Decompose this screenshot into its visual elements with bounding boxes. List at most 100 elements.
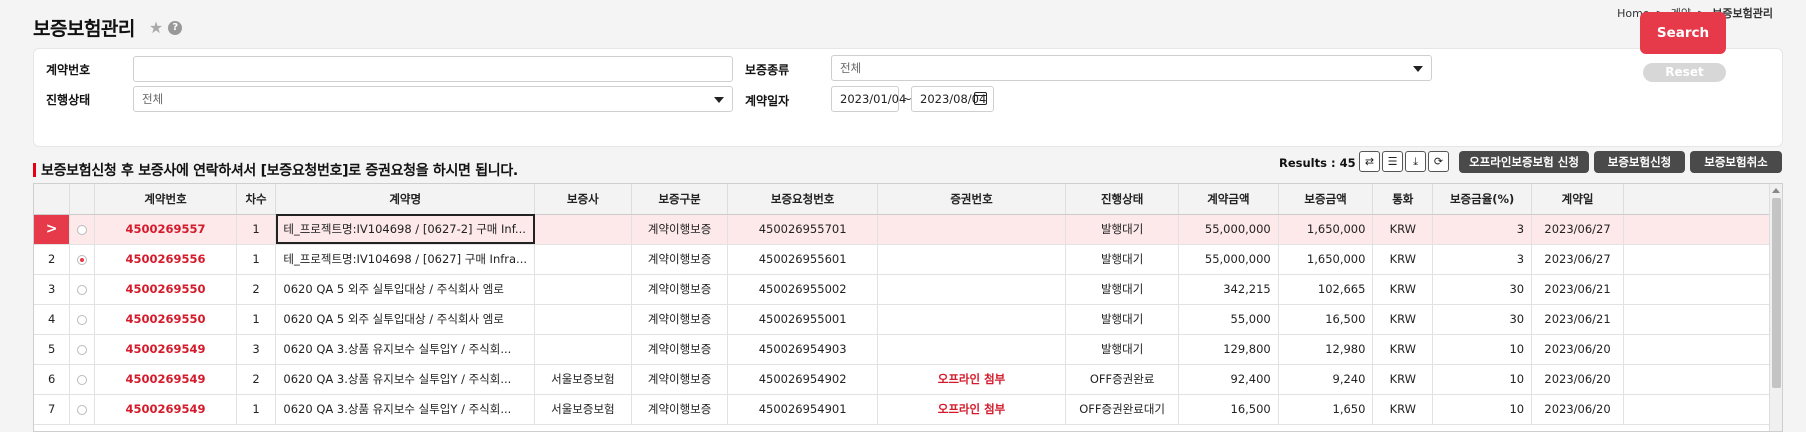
contract-no-input[interactable] xyxy=(133,56,733,82)
cell-status: 발행대기 xyxy=(1065,214,1180,245)
cell-request-no: 450026955601 xyxy=(727,244,878,275)
cell-contract-no[interactable]: 4500269557 xyxy=(94,214,237,245)
cell-contract-no[interactable]: 4500269549 xyxy=(94,394,237,425)
cell-currency: KRW xyxy=(1372,214,1434,245)
radio-button[interactable] xyxy=(77,224,88,235)
calendar-icon[interactable] xyxy=(974,92,987,105)
header-cert-no[interactable]: 증권번호 xyxy=(877,184,1067,215)
cell-request-no: 450026954903 xyxy=(727,334,878,365)
download-icon[interactable]: ⤓ xyxy=(1405,151,1426,172)
cell-currency: KRW xyxy=(1372,274,1434,305)
reset-button[interactable]: Reset xyxy=(1643,63,1726,82)
cell-contract-date: 2023/06/27 xyxy=(1531,244,1624,275)
cell-cert-no[interactable] xyxy=(877,274,1067,305)
header-filler xyxy=(1623,184,1782,215)
row-radio[interactable] xyxy=(69,244,96,275)
cell-contract-name[interactable]: 0620 QA 3.상품 유지보수 실투입Y / 주식회... xyxy=(275,334,536,365)
cell-contract-name[interactable]: 테_프로젝트명:IV104698 / [0627-2] 구매 Inf... xyxy=(275,214,536,245)
date-to-input[interactable]: 2023/08/04 xyxy=(911,86,994,112)
status-select[interactable]: 전체 xyxy=(133,86,733,112)
cell-contract-name[interactable]: 0620 QA 5 외주 실투입대상 / 주식회사 엠로 xyxy=(275,304,536,335)
cell-cert-no[interactable] xyxy=(877,334,1067,365)
cell-contract-no[interactable]: 4500269550 xyxy=(94,274,237,305)
cancel-button[interactable]: 보증보험취소 xyxy=(1690,151,1782,173)
cell-rate: 3 xyxy=(1432,244,1533,275)
header-guarantor[interactable]: 보증사 xyxy=(534,184,632,215)
cell-guarantee-type: 계약이행보증 xyxy=(631,274,729,305)
header-contract-amount[interactable]: 계약금액 xyxy=(1178,184,1279,215)
refresh-icon[interactable]: ⟳ xyxy=(1428,151,1449,172)
apply-button[interactable]: 보증보험신청 xyxy=(1594,151,1685,173)
chevron-down-icon xyxy=(1413,66,1423,72)
table-row[interactable]: 3 4500269550 2 0620 QA 5 외주 실투입대상 / 주식회사… xyxy=(34,274,1782,305)
cell-cert-no[interactable] xyxy=(877,244,1067,275)
row-radio[interactable] xyxy=(69,334,96,365)
row-radio[interactable] xyxy=(69,274,96,305)
radio-button[interactable] xyxy=(77,404,88,415)
header-contract-date[interactable]: 계약일 xyxy=(1531,184,1624,215)
radio-button[interactable] xyxy=(77,344,88,355)
cell-contract-name[interactable]: 0620 QA 3.상품 유지보수 실투입Y / 주식회... xyxy=(275,364,536,395)
cell-status: OFF증권완료대기 xyxy=(1065,394,1180,425)
search-button[interactable]: Search xyxy=(1640,12,1726,54)
cell-request-no: 450026954902 xyxy=(727,364,878,395)
table-row[interactable]: > 4500269557 1 테_프로젝트명:IV104698 / [0627-… xyxy=(34,214,1782,245)
cell-row-no: 4 xyxy=(34,304,71,335)
radio-button[interactable] xyxy=(77,284,88,295)
list-icon[interactable]: ☰ xyxy=(1382,151,1403,172)
header-request-no[interactable]: 보증요청번호 xyxy=(727,184,878,215)
table-row[interactable]: 4 4500269550 1 0620 QA 5 외주 실투입대상 / 주식회사… xyxy=(34,304,1782,335)
help-icon[interactable]: ? xyxy=(168,20,183,35)
notice-text: 보증보험신청 후 보증사에 연락하셔서 [보증요청번호]로 증권요청을 하시면 … xyxy=(33,160,518,180)
table-row[interactable]: 6 4500269549 2 0620 QA 3.상품 유지보수 실투입Y / … xyxy=(34,364,1782,395)
radio-button[interactable] xyxy=(77,314,88,325)
table-row[interactable]: 2 4500269556 1 테_프로젝트명:IV104698 / [0627]… xyxy=(34,244,1782,275)
cell-contract-no[interactable]: 4500269549 xyxy=(94,334,237,365)
notice-message: 보증보험신청 후 보증사에 연락하셔서 [보증요청번호]로 증권요청을 하시면 … xyxy=(41,163,518,179)
cell-status: 발행대기 xyxy=(1065,304,1180,335)
page-title: 보증보험관리 xyxy=(33,18,135,40)
cell-request-no: 450026954901 xyxy=(727,394,878,425)
status-label: 진행상태 xyxy=(46,93,91,107)
table-row[interactable]: 7 4500269549 1 0620 QA 3.상품 유지보수 실투입Y / … xyxy=(34,394,1782,425)
header-rate[interactable]: 보증금율(%) xyxy=(1432,184,1533,215)
header-guarantee-type[interactable]: 보증구분 xyxy=(631,184,729,215)
header-currency[interactable]: 통화 xyxy=(1372,184,1434,215)
vertical-scrollbar[interactable] xyxy=(1769,184,1782,431)
row-radio[interactable] xyxy=(69,394,96,425)
header-status[interactable]: 진행상태 xyxy=(1065,184,1180,215)
cell-contract-name[interactable]: 0620 QA 3.상품 유지보수 실투입Y / 주식회... xyxy=(275,394,536,425)
cell-filler xyxy=(1623,394,1782,425)
offline-apply-button[interactable]: 오프라인보증보험 신청 xyxy=(1459,151,1589,173)
header-contract-name[interactable]: 계약명 xyxy=(275,184,536,215)
scrollbar-thumb[interactable] xyxy=(1772,198,1781,388)
cell-contract-name[interactable]: 0620 QA 5 외주 실투입대상 / 주식회사 엠로 xyxy=(275,274,536,305)
scroll-up-icon[interactable] xyxy=(1772,188,1780,193)
radio-button[interactable] xyxy=(77,374,88,385)
radio-button-checked[interactable] xyxy=(77,254,88,265)
cell-contract-name[interactable]: 테_프로젝트명:IV104698 / [0627] 구매 Infra... xyxy=(275,244,536,275)
cell-contract-no[interactable]: 4500269556 xyxy=(94,244,237,275)
star-icon[interactable]: ★ xyxy=(149,18,163,37)
cell-contract-no[interactable]: 4500269549 xyxy=(94,364,237,395)
cell-contract-no[interactable]: 4500269550 xyxy=(94,304,237,335)
cell-cert-no[interactable]: 오프라인 첨부 xyxy=(877,364,1067,395)
cell-filler xyxy=(1623,274,1782,305)
cell-guarantee-amount: 102,665 xyxy=(1278,274,1374,305)
row-radio[interactable] xyxy=(69,214,96,245)
cell-cert-no[interactable]: 오프라인 첨부 xyxy=(877,394,1067,425)
table-row[interactable]: 5 4500269549 3 0620 QA 3.상품 유지보수 실투입Y / … xyxy=(34,334,1782,365)
guarantee-type-select[interactable]: 전체 xyxy=(831,55,1432,81)
date-from-input[interactable]: 2023/01/04 xyxy=(831,86,906,112)
shuffle-icon[interactable]: ⇄ xyxy=(1359,151,1380,172)
row-radio[interactable] xyxy=(69,304,96,335)
cell-cert-no[interactable] xyxy=(877,304,1067,335)
header-contract-no[interactable]: 계약번호 xyxy=(94,184,237,215)
cell-guarantee-type: 계약이행보증 xyxy=(631,214,729,245)
header-guarantee-amount[interactable]: 보증금액 xyxy=(1278,184,1374,215)
row-radio[interactable] xyxy=(69,364,96,395)
header-round[interactable]: 차수 xyxy=(236,184,277,215)
header-row-no xyxy=(34,184,71,215)
cell-guarantor xyxy=(534,304,632,335)
cell-cert-no[interactable] xyxy=(877,214,1067,245)
